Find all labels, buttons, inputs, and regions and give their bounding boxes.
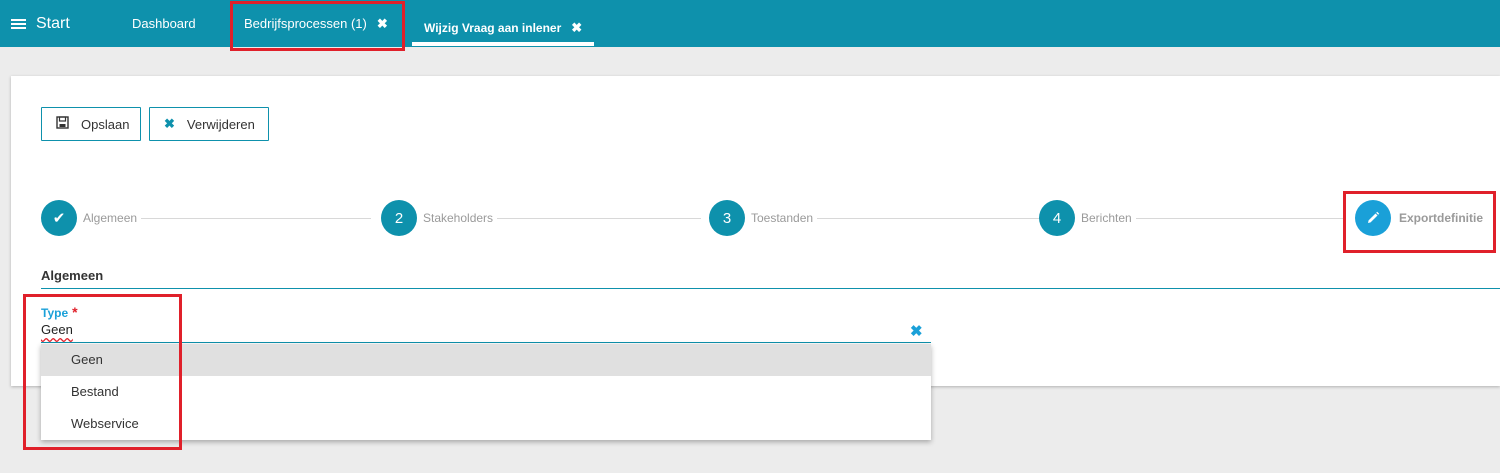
dropdown-option[interactable]: Webservice <box>41 408 931 440</box>
step-connector <box>816 218 1041 219</box>
type-dropdown-list: Geen Bestand Webservice <box>41 344 931 440</box>
pencil-icon <box>1355 200 1391 236</box>
tab-wijzig-vraag-label: Wijzig Vraag aan inlener <box>424 21 562 35</box>
type-field-label: Type * <box>41 304 78 320</box>
step-label: Exportdefinitie <box>1399 211 1488 225</box>
section-title: Algemeen <box>41 268 104 283</box>
delete-label: Verwijderen <box>186 116 255 132</box>
save-icon <box>56 116 69 132</box>
form-card: Opslaan ✖ Verwijderen ✔ Algemeen 2 Stake… <box>11 76 1500 386</box>
close-icon: ✖ <box>164 116 175 131</box>
save-label: Opslaan <box>81 116 130 132</box>
start-label: Start <box>36 15 70 32</box>
clear-icon[interactable]: ✖ <box>910 322 923 340</box>
type-field-underline <box>41 342 931 343</box>
hamburger-menu-icon <box>11 18 26 30</box>
step-label: Stakeholders <box>423 211 498 225</box>
check-icon: ✔ <box>41 200 77 236</box>
step-number: 2 <box>381 200 417 236</box>
save-button[interactable]: Opslaan <box>41 107 141 141</box>
dropdown-option[interactable]: Bestand <box>41 376 931 408</box>
tab-dashboard-label: Dashboard <box>132 16 196 31</box>
step-label: Toestanden <box>751 211 818 225</box>
tab-dashboard[interactable]: Dashboard <box>132 0 196 47</box>
section-divider <box>41 288 1500 289</box>
step-connector <box>141 218 371 219</box>
step-connector <box>496 218 701 219</box>
step-label: Berichten <box>1081 211 1136 225</box>
start-menu-button[interactable]: Start <box>11 15 70 33</box>
required-marker: * <box>72 304 78 320</box>
close-tab-icon[interactable]: ✖ <box>377 16 388 32</box>
step-toestanden[interactable]: 3 Toestanden <box>709 200 818 236</box>
step-number: 4 <box>1039 200 1075 236</box>
tab-bedrijfsprocessen[interactable]: Bedrijfsprocessen (1) ✖ <box>244 0 388 47</box>
step-stakeholders[interactable]: 2 Stakeholders <box>381 200 498 236</box>
step-exportdefinitie[interactable]: Exportdefinitie <box>1355 200 1488 236</box>
step-berichten[interactable]: 4 Berichten <box>1039 200 1136 236</box>
step-algemeen[interactable]: ✔ Algemeen <box>41 200 142 236</box>
close-tab-icon[interactable]: ✖ <box>571 20 582 36</box>
top-navigation-bar: Start Dashboard Bedrijfsprocessen (1) ✖ … <box>0 0 1500 47</box>
tab-bedrijfsprocessen-label: Bedrijfsprocessen (1) <box>244 16 367 31</box>
dropdown-option[interactable]: Geen <box>41 344 931 376</box>
type-label-text: Type <box>41 306 69 320</box>
step-label: Algemeen <box>83 211 142 225</box>
step-number: 3 <box>709 200 745 236</box>
type-select-input[interactable]: Geen <box>41 322 73 337</box>
tab-wijzig-vraag[interactable]: Wijzig Vraag aan inlener ✖ <box>412 14 595 46</box>
step-connector <box>1136 218 1346 219</box>
delete-button[interactable]: ✖ Verwijderen <box>149 107 269 141</box>
